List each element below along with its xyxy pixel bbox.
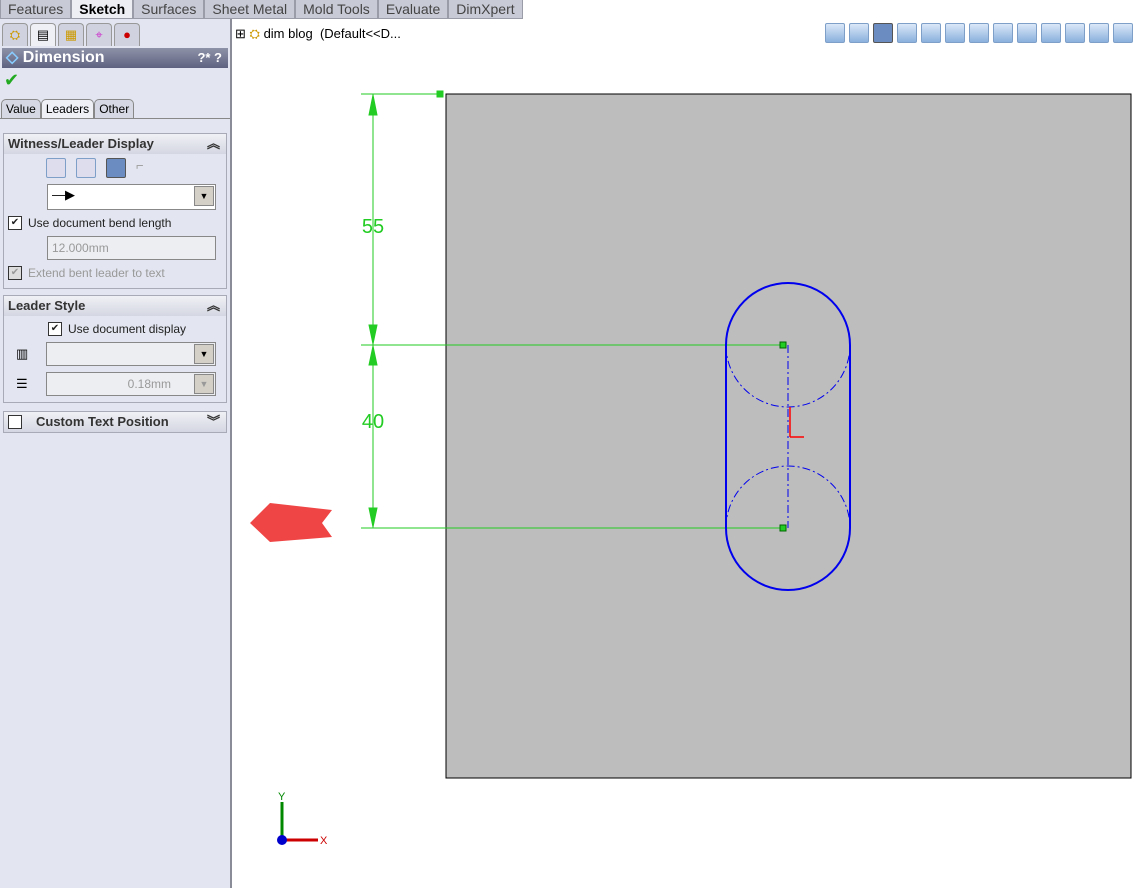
line-thickness-icon: ☰ [16, 376, 28, 391]
use-display-checkbox[interactable]: ✔ [48, 322, 62, 336]
group-title: Leader Style [8, 298, 86, 313]
leader-style-group: Leader Style ︽ ✔ Use document display ▥ ▼ ☰… [3, 295, 227, 403]
collapse-icon[interactable]: ︽ [207, 134, 220, 154]
help-icon[interactable]: ?* ? [197, 48, 228, 68]
graphics-area[interactable]: ⊞ ⛭ dim blog (Default<<D... 55 40 Y X [232, 19, 1141, 888]
witness-leader-group: Witness/Leader Display ︽ ⌐ —▶ ▼ ✔ Use docum… [3, 133, 227, 289]
tab-dimxpert[interactable]: DimXpert [448, 0, 523, 19]
outside-arrows-icon[interactable] [46, 158, 66, 178]
group-title: Witness/Leader Display [8, 136, 154, 151]
arrow-style-icon: —▶ [52, 187, 75, 202]
chevron-down-icon[interactable]: ▼ [194, 344, 214, 364]
subtab-other[interactable]: Other [94, 99, 135, 118]
use-bend-label: Use document bend length [28, 216, 172, 230]
ok-check-icon[interactable]: ✔ [4, 70, 226, 91]
subtab-value[interactable]: Value [1, 99, 41, 118]
thickness-value: 0.18mm [127, 377, 171, 391]
bend-length-input[interactable]: 12.000mm [47, 236, 216, 260]
use-display-label: Use document display [68, 322, 187, 336]
configuration-manager-icon[interactable]: ▦ [58, 23, 84, 46]
group-title: Custom Text Position [36, 414, 169, 429]
custom-text-group: Custom Text Position ︾ [3, 411, 227, 433]
tab-surfaces[interactable]: Surfaces [133, 0, 205, 19]
property-manager-icon[interactable]: ▤ [30, 23, 56, 46]
triad-x-label: X [320, 835, 328, 847]
inside-arrows-icon[interactable] [76, 158, 96, 178]
tab-mold-tools[interactable]: Mold Tools [295, 0, 378, 19]
red-arrow-annotation [250, 503, 332, 542]
dimension-55[interactable]: 55 [362, 216, 384, 238]
model-canvas: 55 40 Y X [250, 90, 1132, 847]
chevron-down-icon[interactable]: ▼ [194, 374, 214, 394]
property-manager: ⛭ ▤ ▦ ⌖ ● ◇ Dimension ?* ? ✔ Value Leader… [0, 19, 232, 888]
line-style-icon: ▥ [16, 346, 29, 361]
panel-title: Dimension [22, 49, 105, 66]
dimension-icon: ◇ [6, 49, 19, 66]
tab-sketch[interactable]: Sketch [71, 0, 134, 19]
custom-text-checkbox[interactable] [8, 415, 22, 429]
tab-evaluate[interactable]: Evaluate [377, 0, 449, 19]
smart-arrows-icon[interactable] [106, 158, 126, 178]
bent-leader-icon[interactable]: ⌐ [136, 158, 144, 178]
chevron-down-icon[interactable]: ▼ [194, 186, 214, 206]
extend-leader-label: Extend bent leader to text [28, 266, 165, 280]
line-style-select[interactable]: ▼ [46, 342, 216, 366]
dimension-40[interactable]: 40 [362, 411, 384, 433]
display-manager-icon[interactable]: ● [114, 23, 140, 46]
line-thickness-select[interactable]: 0.18mm ▼ [46, 372, 216, 396]
triad-y-label: Y [278, 791, 286, 803]
collapse-icon[interactable]: ︽ [207, 296, 220, 316]
arrow-style-select[interactable]: —▶ ▼ [47, 184, 216, 210]
subtab-leaders[interactable]: Leaders [40, 99, 95, 118]
expand-icon[interactable]: ︾ [207, 412, 220, 432]
tab-features[interactable]: Features [0, 0, 72, 19]
feature-manager-icon[interactable]: ⛭ [2, 23, 28, 46]
use-bend-checkbox[interactable]: ✔ [8, 216, 22, 230]
coordinate-triad: Y X [277, 791, 328, 847]
tab-sheet-metal[interactable]: Sheet Metal [204, 0, 296, 19]
dimxpert-manager-icon[interactable]: ⌖ [86, 23, 112, 46]
command-manager-tabs: Features Sketch Surfaces Sheet Metal Mol… [0, 0, 523, 19]
panel-header: ◇ Dimension ?* ? [2, 48, 228, 68]
extend-leader-checkbox[interactable]: ✔ [8, 266, 22, 280]
